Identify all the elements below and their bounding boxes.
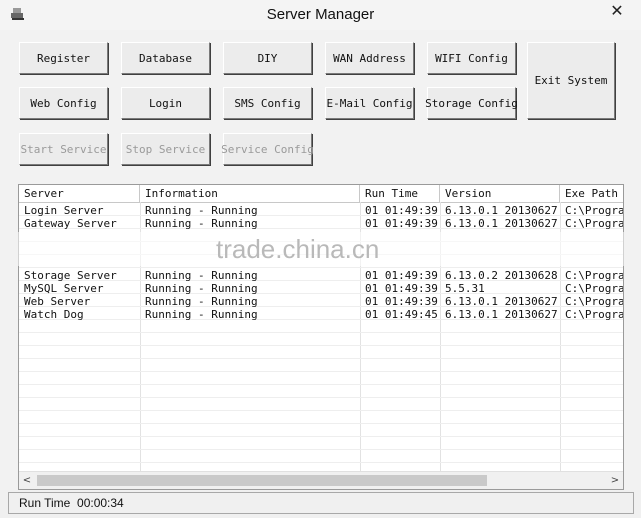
cell-run-time: 01 01:49:39 — [365, 217, 438, 230]
exit-system-button[interactable]: Exit System — [527, 42, 615, 119]
column-header-run-time[interactable]: Run Time — [360, 185, 440, 202]
diy-button[interactable]: DIY — [223, 42, 312, 74]
cell-version: 5.5.31 — [445, 282, 485, 295]
cell-run-time: 01 01:49:39 — [365, 204, 438, 217]
cell-server: Watch Dog — [24, 308, 84, 321]
cell-exe-path: C:\Program — [565, 204, 624, 217]
close-icon[interactable]: ✕ — [602, 2, 632, 22]
column-header-version[interactable]: Version — [440, 185, 560, 202]
cell-exe-path: C:\Program — [565, 269, 624, 282]
status-bar: Run Time 00:00:34 — [0, 490, 641, 518]
email-config-button[interactable]: E-Mail Config — [325, 87, 414, 119]
cell-version: 6.13.0.1 20130627 — [445, 204, 558, 217]
table-row[interactable]: Login Server Running - Running 01 01:49:… — [19, 204, 623, 217]
wifi-config-button[interactable]: WIFI Config — [427, 42, 516, 74]
server-list[interactable]: Server Information Run Time Version Exe … — [18, 184, 624, 490]
cell-run-time: 01 01:49:39 — [365, 295, 438, 308]
cell-server: Gateway Server — [24, 217, 117, 230]
start-service-button[interactable]: Start Service — [19, 133, 108, 165]
database-button[interactable]: Database — [121, 42, 210, 74]
cell-information: Running - Running — [145, 217, 258, 230]
cell-server: Web Server — [24, 295, 91, 308]
stop-service-button[interactable]: Stop Service — [121, 133, 210, 165]
horizontal-scrollbar[interactable]: < > — [19, 471, 623, 489]
status-panel: Run Time 00:00:34 — [8, 492, 634, 514]
column-header-exe-path[interactable]: Exe Path — [560, 185, 623, 202]
cell-information: Running - Running — [145, 204, 258, 217]
table-row[interactable]: MySQL Server Running - Running 01 01:49:… — [19, 282, 623, 295]
column-header-server[interactable]: Server — [19, 185, 140, 202]
cell-run-time: 01 01:49:39 — [365, 282, 438, 295]
web-config-button[interactable]: Web Config — [19, 87, 108, 119]
list-header: Server Information Run Time Version Exe … — [19, 185, 623, 203]
cell-run-time: 01 01:49:45 — [365, 308, 438, 321]
cell-exe-path: C:\Program — [565, 282, 624, 295]
scroll-right-icon[interactable]: > — [607, 472, 623, 489]
storage-config-button[interactable]: Storage Config — [425, 87, 518, 119]
service-config-button[interactable]: Service Config — [221, 133, 314, 165]
scroll-left-icon[interactable]: < — [19, 472, 35, 489]
login-button[interactable]: Login — [121, 87, 210, 119]
register-button[interactable]: Register — [19, 42, 108, 74]
table-row[interactable]: Web Server Running - Running 01 01:49:39… — [19, 295, 623, 308]
cell-version: 6.13.0.1 20130627 — [445, 295, 558, 308]
cell-version: 6.13.0.2 20130628 — [445, 269, 558, 282]
cell-information: Running - Running — [145, 308, 258, 321]
cell-information: Running - Running — [145, 269, 258, 282]
table-row[interactable]: Watch Dog Running - Running 01 01:49:45 … — [19, 308, 623, 321]
cell-run-time: 01 01:49:39 — [365, 269, 438, 282]
table-row[interactable]: Gateway Server Running - Running 01 01:4… — [19, 217, 623, 230]
cell-exe-path: C:\Program — [565, 217, 624, 230]
scrollbar-thumb[interactable] — [37, 475, 487, 486]
table-row[interactable]: Storage Server Running - Running 01 01:4… — [19, 269, 623, 282]
cell-server: Storage Server — [24, 269, 117, 282]
column-header-information[interactable]: Information — [140, 185, 360, 202]
cell-server: Login Server — [24, 204, 104, 217]
window-title: Server Manager — [266, 6, 375, 23]
cell-information: Running - Running — [145, 295, 258, 308]
cell-version: 6.13.0.1 20130627 — [445, 308, 558, 321]
cell-information: Running - Running — [145, 282, 258, 295]
wan-address-button[interactable]: WAN Address — [325, 42, 414, 74]
run-time-status: Run Time 00:00:34 — [19, 496, 124, 510]
sms-config-button[interactable]: SMS Config — [223, 87, 312, 119]
title-bar: Server Manager ✕ — [0, 0, 641, 30]
cell-exe-path: C:\Program — [565, 308, 624, 321]
cell-server: MySQL Server — [24, 282, 104, 295]
cell-exe-path: C:\Program — [565, 295, 624, 308]
cell-version: 6.13.0.1 20130627 — [445, 217, 558, 230]
